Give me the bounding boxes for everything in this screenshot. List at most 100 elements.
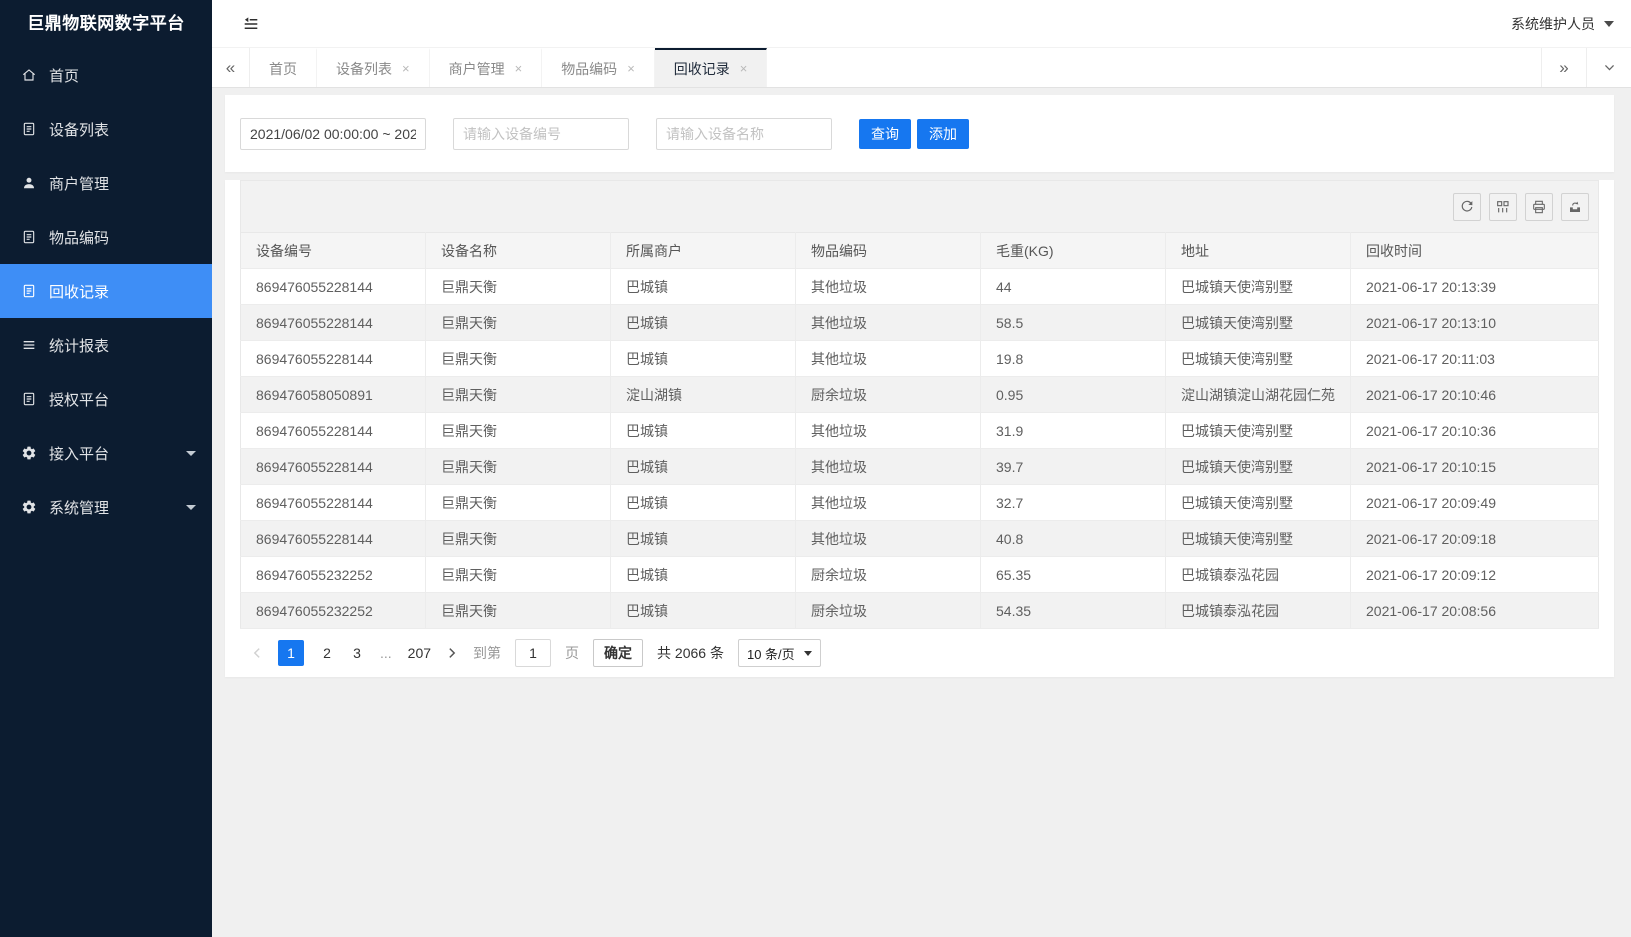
table-toolbar	[240, 180, 1599, 232]
tab-recycle-records[interactable]: 回收记录×	[655, 48, 768, 87]
table-row: 869476055228144巨鼎天衡巴城镇其他垃圾39.7巴城镇天使湾别墅20…	[241, 449, 1599, 485]
column-header: 所属商户	[611, 233, 796, 269]
page-number-button[interactable]: 1	[278, 640, 304, 666]
table-cell: 巨鼎天衡	[426, 485, 611, 521]
sidebar-item-recycle-records[interactable]: 回收记录	[0, 264, 212, 318]
refresh-button[interactable]	[1453, 193, 1481, 221]
table-cell: 巨鼎天衡	[426, 449, 611, 485]
table-row: 869476055232252巨鼎天衡巴城镇厨余垃圾54.35巴城镇泰泓花园20…	[241, 593, 1599, 629]
device-list-icon	[21, 121, 37, 137]
table-cell: 巨鼎天衡	[426, 593, 611, 629]
table-cell: 0.95	[981, 377, 1166, 413]
prev-page-button[interactable]	[250, 646, 264, 660]
sidebar-item-item-code[interactable]: 物品编码	[0, 210, 212, 264]
authorization-doc-icon	[21, 391, 37, 407]
sidebar-item-label: 物品编码	[49, 227, 109, 248]
table-cell: 巨鼎天衡	[426, 341, 611, 377]
chevron-down-icon	[186, 451, 196, 456]
tabs-menu-button[interactable]	[1586, 48, 1631, 87]
sidebar-item-statistics-report[interactable]: 统计报表	[0, 318, 212, 372]
column-header: 设备编号	[241, 233, 426, 269]
table-cell: 869476055228144	[241, 449, 426, 485]
user-menu[interactable]: 系统维护人员	[1511, 14, 1618, 34]
sidebar-item-system-management[interactable]: 系统管理	[0, 480, 212, 534]
column-header: 回收时间	[1351, 233, 1599, 269]
sidebar-item-label: 设备列表	[49, 119, 109, 140]
confirm-page-button[interactable]: 确定	[593, 639, 643, 667]
table-row: 869476055228144巨鼎天衡巴城镇其他垃圾58.5巴城镇天使湾别墅20…	[241, 305, 1599, 341]
next-page-button[interactable]	[445, 646, 459, 660]
table-cell: 其他垃圾	[796, 485, 981, 521]
merchant-user-icon	[21, 175, 37, 191]
app-root: 巨鼎物联网数字平台 首页设备列表商户管理物品编码回收记录统计报表授权平台接入平台…	[0, 0, 1631, 937]
tab-device-list[interactable]: 设备列表×	[317, 48, 430, 87]
tab-item-code[interactable]: 物品编码×	[542, 48, 655, 87]
refresh-icon	[1459, 199, 1475, 215]
print-icon	[1531, 199, 1547, 215]
search-button[interactable]: 查询	[859, 119, 911, 149]
main-area: 系统维护人员 « 首页设备列表×商户管理×物品编码×回收记录× » 查询 添加	[212, 0, 1631, 937]
tab-home[interactable]: 首页	[250, 48, 317, 87]
tabs-scroll-left-button[interactable]: «	[212, 48, 250, 87]
table-cell: 869476055232252	[241, 593, 426, 629]
tabs-scroll-right-button[interactable]: »	[1541, 48, 1586, 87]
page-number-button[interactable]: 207	[408, 645, 431, 661]
table-cell: 869476055228144	[241, 305, 426, 341]
tab-label: 商户管理	[449, 59, 505, 79]
filter-columns-button[interactable]	[1489, 193, 1517, 221]
table-cell: 869476055228144	[241, 341, 426, 377]
chevron-left-icon	[250, 646, 264, 660]
sidebar-item-authorization-platform[interactable]: 授权平台	[0, 372, 212, 426]
table-cell: 869476055228144	[241, 413, 426, 449]
goto-page-input[interactable]	[515, 639, 551, 667]
table-cell: 2021-06-17 20:09:18	[1351, 521, 1599, 557]
table-cell: 40.8	[981, 521, 1166, 557]
export-icon	[1567, 199, 1583, 215]
table-cell: 巴城镇泰泓花园	[1166, 593, 1351, 629]
tab-close-icon[interactable]: ×	[740, 62, 748, 75]
table-cell: 巴城镇天使湾别墅	[1166, 485, 1351, 521]
tab-close-icon[interactable]: ×	[402, 62, 410, 75]
table-cell: 巴城镇天使湾别墅	[1166, 341, 1351, 377]
table-cell: 巨鼎天衡	[426, 413, 611, 449]
device-no-input[interactable]	[453, 118, 629, 150]
page-number-button[interactable]: 3	[350, 645, 364, 661]
sidebar-item-merchant-management[interactable]: 商户管理	[0, 156, 212, 210]
table-header-row: 设备编号设备名称所属商户物品编码毛重(KG)地址回收时间	[241, 233, 1599, 269]
export-button[interactable]	[1561, 193, 1589, 221]
caret-down-icon	[1604, 21, 1614, 27]
sidebar-item-home[interactable]: 首页	[0, 48, 212, 102]
add-button[interactable]: 添加	[917, 119, 969, 149]
table-cell: 其他垃圾	[796, 449, 981, 485]
table-cell: 巴城镇	[611, 413, 796, 449]
page-size-select[interactable]: 10 条/页	[738, 639, 821, 667]
sidebar-item-device-list[interactable]: 设备列表	[0, 102, 212, 156]
tab-merchant-management[interactable]: 商户管理 ×	[430, 48, 543, 87]
tab-close-icon[interactable]: ×	[627, 62, 635, 75]
table-cell: 869476055228144	[241, 269, 426, 305]
sidebar-item-label: 系统管理	[49, 497, 109, 518]
table-cell: 巴城镇	[611, 521, 796, 557]
device-name-input[interactable]	[656, 118, 832, 150]
date-range-input[interactable]	[240, 118, 426, 150]
table-cell: 巴城镇泰泓花园	[1166, 557, 1351, 593]
table-cell: 其他垃圾	[796, 521, 981, 557]
page-number-button[interactable]: 2	[320, 645, 334, 661]
table-cell: 32.7	[981, 485, 1166, 521]
column-header: 物品编码	[796, 233, 981, 269]
table-cell: 淀山湖镇	[611, 377, 796, 413]
table-cell: 2021-06-17 20:13:10	[1351, 305, 1599, 341]
table-cell: 2021-06-17 20:10:36	[1351, 413, 1599, 449]
sidebar-item-label: 回收记录	[49, 281, 109, 302]
print-button[interactable]	[1525, 193, 1553, 221]
table-body: 869476055228144巨鼎天衡巴城镇其他垃圾44巴城镇天使湾别墅2021…	[241, 269, 1599, 629]
table-cell: 巨鼎天衡	[426, 521, 611, 557]
table-cell: 其他垃圾	[796, 413, 981, 449]
table-cell: 巨鼎天衡	[426, 269, 611, 305]
sidebar-item-access-platform[interactable]: 接入平台	[0, 426, 212, 480]
table-wrap: 设备编号设备名称所属商户物品编码毛重(KG)地址回收时间 86947605522…	[240, 232, 1599, 629]
collapse-sidebar-button[interactable]	[240, 13, 262, 35]
tab-close-icon[interactable]: ×	[515, 62, 523, 75]
sidebar-item-label: 统计报表	[49, 335, 109, 356]
table-cell: 其他垃圾	[796, 341, 981, 377]
